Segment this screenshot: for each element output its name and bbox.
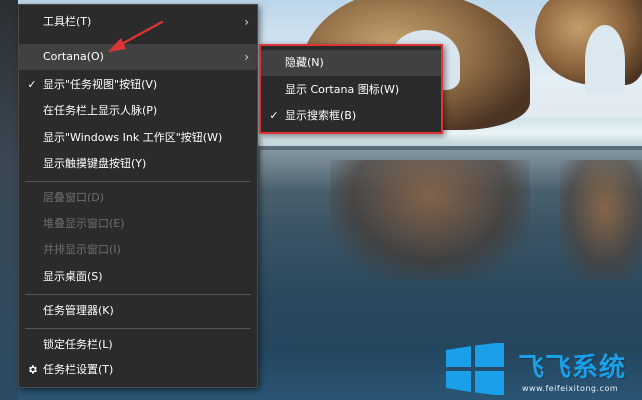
menu-item-label: 任务栏设置(T): [43, 363, 114, 376]
menu-item-task-manager[interactable]: 任务管理器(K): [19, 298, 257, 324]
menu-item-label: 并排显示窗口(I): [43, 243, 121, 256]
menu-item-label: 锁定任务栏(L): [43, 338, 113, 351]
chevron-right-icon: ›: [244, 50, 249, 64]
menu-item-toolbars[interactable]: 工具栏(T) ›: [19, 9, 257, 35]
windows-logo-icon: [446, 343, 504, 395]
menu-item-show-touch-keyboard-button[interactable]: 显示触摸键盘按钮(Y): [19, 151, 257, 177]
watermark-url: www.feifeixitong.com: [522, 384, 619, 393]
menu-item-label: 显示桌面(S): [43, 270, 103, 283]
menu-item-show-people[interactable]: 在任务栏上显示人脉(P): [19, 98, 257, 124]
wallpaper-rock-small-opening: [585, 25, 625, 95]
menu-item-side-by-side-windows: 并排显示窗口(I): [19, 237, 257, 263]
menu-item-stack-windows: 堆叠显示窗口(E): [19, 211, 257, 237]
menu-item-label: 显示触摸键盘按钮(Y): [43, 157, 147, 170]
menu-item-taskbar-settings[interactable]: 任务栏设置(T): [19, 357, 257, 383]
gear-icon: [25, 357, 39, 383]
menu-item-label: Cortana(O): [43, 50, 104, 63]
watermark-brand: 飞飞系统: [518, 353, 627, 383]
menu-item-show-desktop[interactable]: 显示桌面(S): [19, 264, 257, 290]
menu-item-show-task-view-button[interactable]: ✓ 显示"任务视图"按钮(V): [19, 72, 257, 98]
menu-item-label: 在任务栏上显示人脉(P): [43, 104, 158, 117]
menu-item-show-windows-ink-button[interactable]: 显示"Windows Ink 工作区"按钮(W): [19, 125, 257, 151]
site-watermark: 飞飞系统 www.feifeixitong.com: [446, 343, 642, 400]
menu-item-label: 显示 Cortana 图标(W): [285, 83, 400, 96]
menu-item-label: 显示"任务视图"按钮(V): [43, 78, 158, 91]
submenu-item-show-cortana-icon[interactable]: 显示 Cortana 图标(W): [261, 77, 441, 103]
checkmark-icon: ✓: [27, 78, 37, 91]
chevron-right-icon: ›: [244, 15, 249, 29]
menu-item-cortana[interactable]: Cortana(O) ›: [19, 44, 257, 70]
submenu-item-show-search-box[interactable]: ✓ 显示搜索框(B): [261, 103, 441, 129]
menu-item-label: 层叠窗口(D): [43, 191, 105, 204]
menu-separator: [25, 328, 251, 329]
menu-item-lock-taskbar[interactable]: 锁定任务栏(L): [19, 332, 257, 358]
menu-item-label: 任务管理器(K): [43, 304, 114, 317]
menu-item-label: 显示搜索框(B): [285, 109, 357, 122]
menu-item-cascade-windows: 层叠窗口(D): [19, 185, 257, 211]
wallpaper-reflection-arch: [330, 160, 530, 280]
menu-separator: [25, 294, 251, 295]
checkmark-icon: ✓: [269, 109, 279, 122]
menu-item-label: 显示"Windows Ink 工作区"按钮(W): [43, 131, 223, 144]
menu-item-label: 堆叠显示窗口(E): [43, 217, 125, 230]
menu-separator: [25, 181, 251, 182]
submenu-item-hidden[interactable]: 隐藏(N): [261, 50, 441, 76]
wallpaper-reflection-small: [560, 160, 642, 280]
cortana-submenu: 隐藏(N) 显示 Cortana 图标(W) ✓ 显示搜索框(B): [259, 44, 443, 134]
wallpaper-left-edge: [0, 0, 18, 400]
taskbar-context-menu: 工具栏(T) › Cortana(O) › ✓ 显示"任务视图"按钮(V) 在任…: [18, 4, 258, 388]
menu-item-label: 隐藏(N): [285, 56, 324, 69]
menu-item-label: 工具栏(T): [43, 15, 92, 28]
